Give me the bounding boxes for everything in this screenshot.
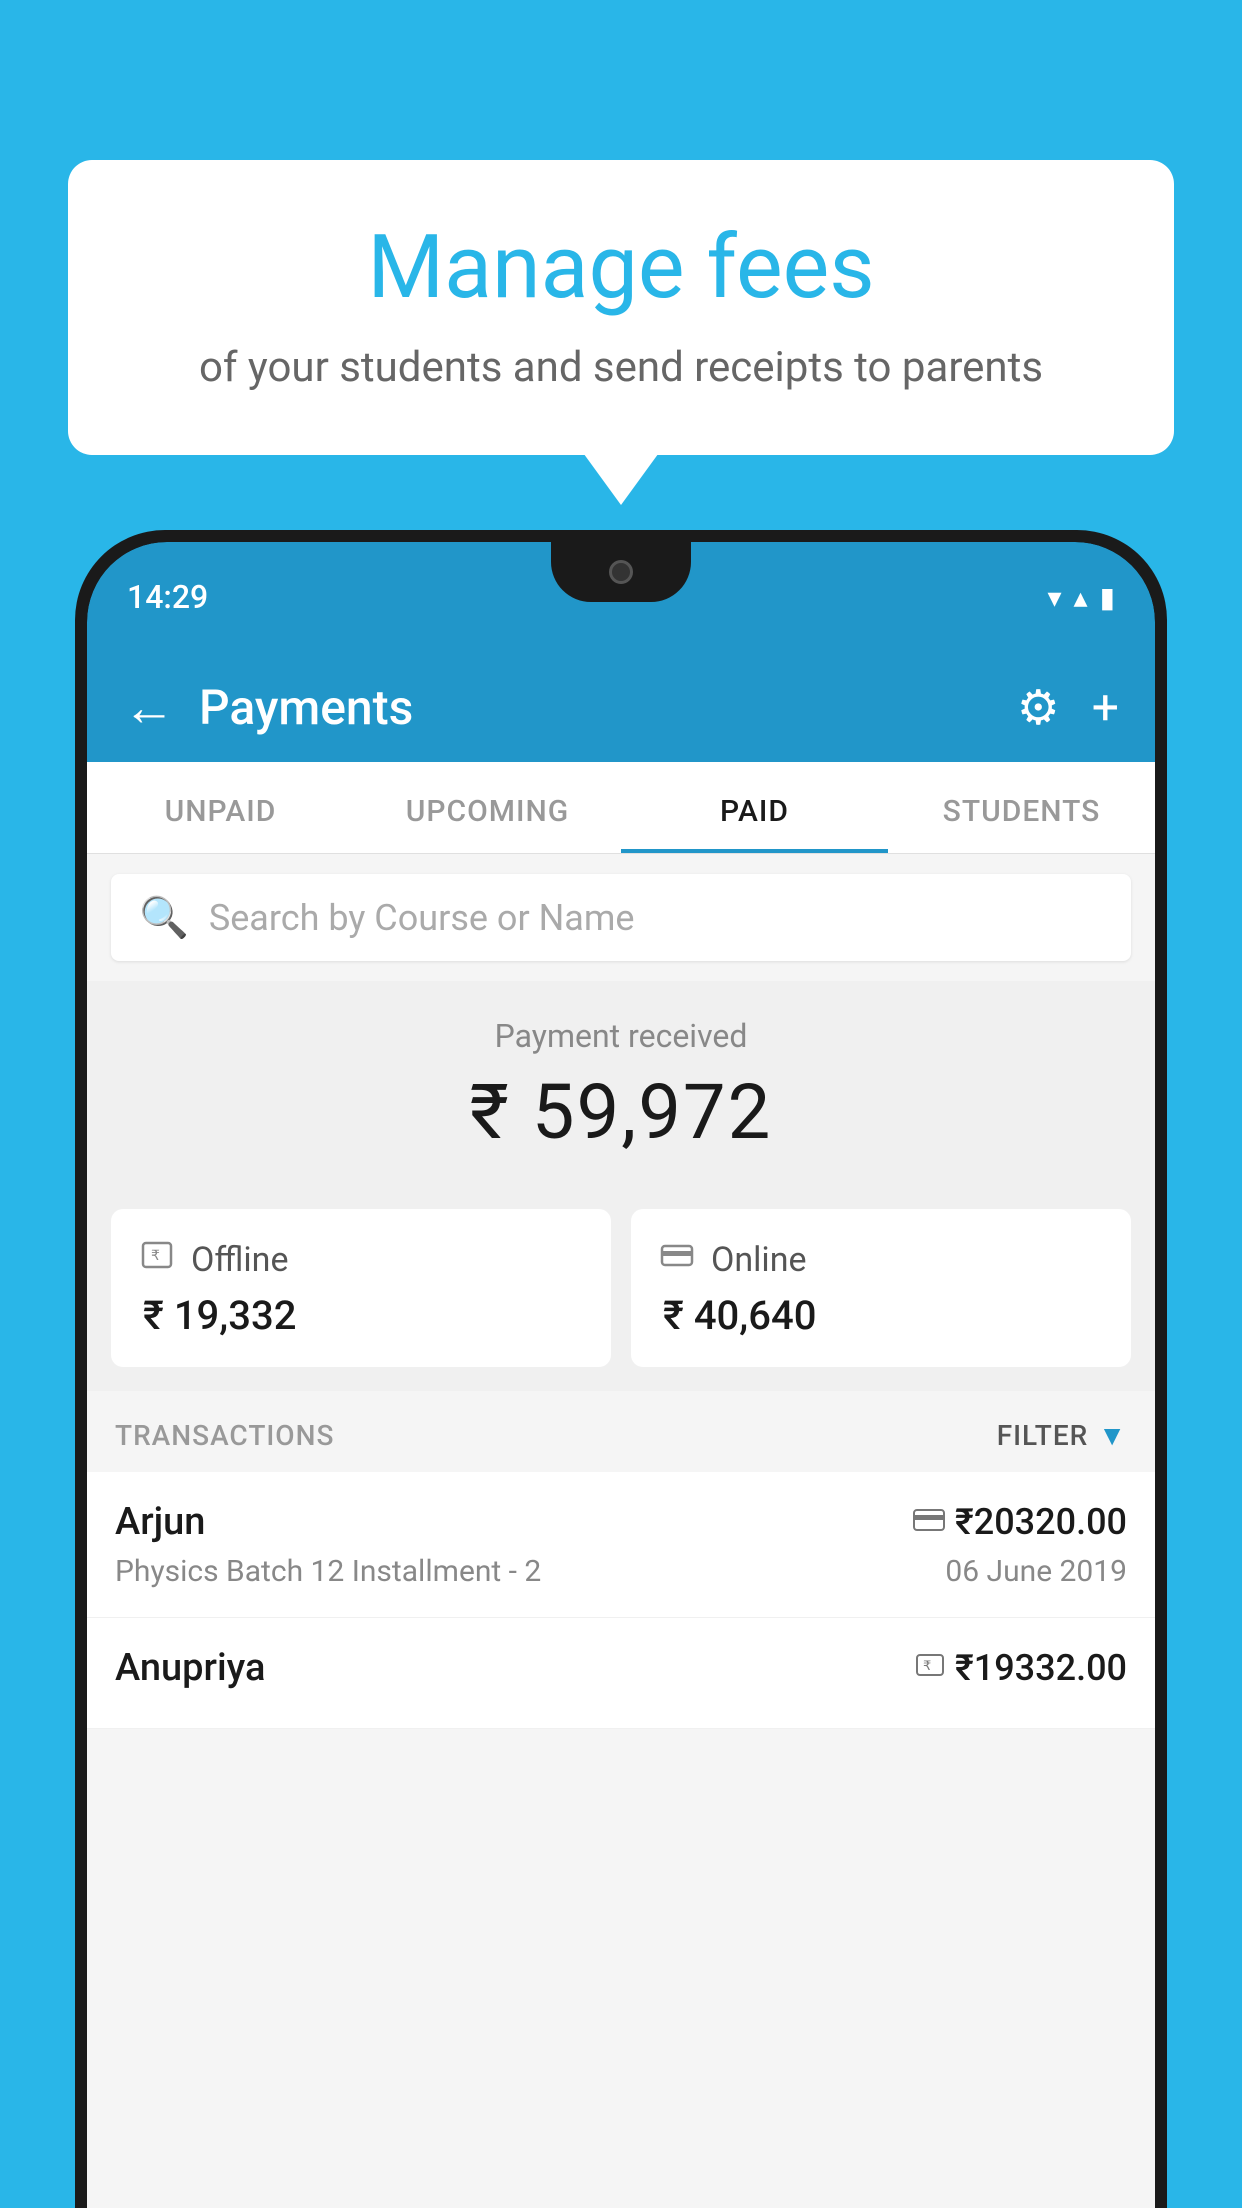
tab-unpaid[interactable]: UNPAID — [87, 762, 354, 853]
student-name: Arjun — [115, 1500, 205, 1544]
bubble-title: Manage fees — [148, 220, 1094, 317]
transaction-top: Anupriya ₹ ₹19332.00 — [115, 1646, 1127, 1690]
course-info: Physics Batch 12 Installment - 2 — [115, 1554, 541, 1589]
top-bar-actions: ⚙ + — [1017, 679, 1119, 736]
back-button[interactable]: ← — [123, 677, 175, 738]
tab-students[interactable]: STUDENTS — [888, 762, 1155, 853]
status-icons: ▾ ▴ ▮ — [1047, 581, 1115, 614]
offline-label: Offline — [191, 1240, 288, 1280]
search-icon: 🔍 — [139, 894, 189, 941]
payment-cards: ₹ Offline ₹ 19,332 — [87, 1185, 1155, 1391]
amount-value: ₹20320.00 — [955, 1501, 1127, 1543]
status-time: 14:29 — [127, 578, 208, 616]
speech-bubble-container: Manage fees of your students and send re… — [68, 160, 1174, 455]
offline-amount: ₹ 19,332 — [139, 1292, 583, 1339]
payment-summary: Payment received ₹ 59,972 — [87, 981, 1155, 1185]
notch-cutout — [551, 542, 691, 602]
status-bar: 14:29 ▾ ▴ ▮ — [87, 542, 1155, 652]
svg-text:₹: ₹ — [151, 1247, 160, 1263]
online-amount: ₹ 40,640 — [659, 1292, 1103, 1339]
tab-upcoming[interactable]: UPCOMING — [354, 762, 621, 853]
offline-card-header: ₹ Offline — [139, 1237, 583, 1282]
online-label: Online — [711, 1240, 807, 1280]
filter-label: FILTER — [997, 1419, 1089, 1452]
filter-icon: ▼ — [1098, 1419, 1127, 1452]
student-name: Anupriya — [115, 1646, 265, 1690]
payment-received-label: Payment received — [111, 1017, 1131, 1055]
camera-dot — [609, 560, 633, 584]
online-card-header: Online — [659, 1237, 1103, 1282]
tabs-bar: UNPAID UPCOMING PAID STUDENTS — [87, 762, 1155, 854]
add-button[interactable]: + — [1092, 679, 1119, 736]
payment-type-icon — [913, 1505, 945, 1540]
payment-type-icon: ₹ — [915, 1651, 945, 1686]
payment-total-amount: ₹ 59,972 — [111, 1067, 1131, 1157]
top-bar: ← Payments ⚙ + — [87, 652, 1155, 762]
table-row[interactable]: Arjun ₹20320.00 Physics — [87, 1472, 1155, 1618]
transaction-amount: ₹20320.00 — [913, 1501, 1127, 1543]
wifi-icon: ▾ — [1047, 581, 1061, 614]
app-content: ← Payments ⚙ + UNPAID UPCOMING PAID STUD… — [87, 652, 1155, 2208]
search-bar[interactable]: 🔍 Search by Course or Name — [111, 874, 1131, 961]
offline-icon: ₹ — [139, 1237, 175, 1282]
amount-value: ₹19332.00 — [955, 1647, 1127, 1689]
bubble-subtitle: of your students and send receipts to pa… — [148, 341, 1094, 396]
transaction-amount: ₹ ₹19332.00 — [915, 1647, 1127, 1689]
search-placeholder-text: Search by Course or Name — [209, 897, 635, 939]
transaction-bottom: Physics Batch 12 Installment - 2 06 June… — [115, 1554, 1127, 1589]
online-icon — [659, 1237, 695, 1282]
tab-paid[interactable]: PAID — [621, 762, 888, 853]
signal-icon: ▴ — [1074, 581, 1088, 614]
transactions-label: TRANSACTIONS — [115, 1419, 334, 1452]
phone-inner: 14:29 ▾ ▴ ▮ ← Payments ⚙ + — [87, 542, 1155, 2208]
offline-card: ₹ Offline ₹ 19,332 — [111, 1209, 611, 1367]
page-title: Payments — [199, 679, 1017, 736]
speech-bubble: Manage fees of your students and send re… — [68, 160, 1174, 455]
transaction-list: Arjun ₹20320.00 Physics — [87, 1472, 1155, 1729]
filter-button[interactable]: FILTER ▼ — [997, 1419, 1127, 1452]
transaction-top: Arjun ₹20320.00 — [115, 1500, 1127, 1544]
battery-icon: ▮ — [1100, 581, 1115, 614]
table-row[interactable]: Anupriya ₹ ₹19332.00 — [87, 1618, 1155, 1729]
settings-button[interactable]: ⚙ — [1017, 679, 1060, 736]
transactions-header: TRANSACTIONS FILTER ▼ — [87, 1391, 1155, 1472]
phone-frame: 14:29 ▾ ▴ ▮ ← Payments ⚙ + — [75, 530, 1167, 2208]
transaction-date: 06 June 2019 — [945, 1554, 1127, 1589]
online-card: Online ₹ 40,640 — [631, 1209, 1131, 1367]
svg-text:₹: ₹ — [923, 1658, 931, 1673]
